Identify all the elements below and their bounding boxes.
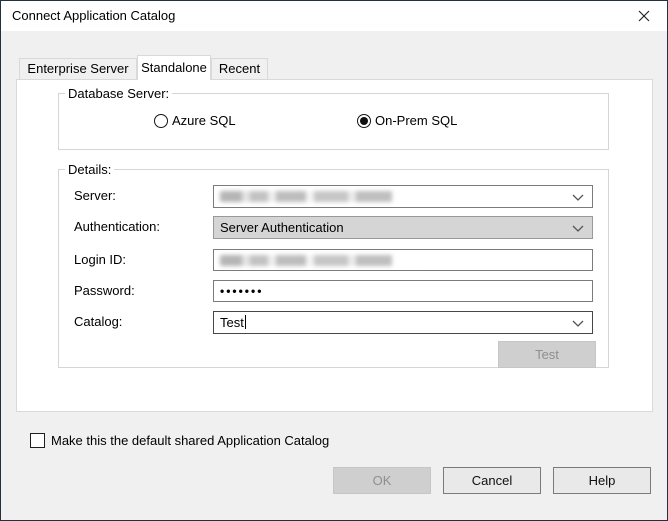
login-id-input[interactable] <box>213 249 593 271</box>
connect-application-catalog-dialog: Connect Application Catalog Enterprise S… <box>0 0 668 521</box>
password-masked-value: ••••••• <box>220 283 263 300</box>
close-button[interactable] <box>621 1 667 31</box>
login-id-label: Login ID: <box>74 252 126 267</box>
radio-azure-sql[interactable] <box>154 114 168 128</box>
authentication-label: Authentication: <box>74 219 160 234</box>
password-input[interactable]: ••••••• <box>213 280 593 302</box>
text-caret <box>245 315 246 329</box>
chevron-down-icon <box>572 225 584 232</box>
database-server-legend: Database Server: <box>65 86 172 101</box>
server-label: Server: <box>74 188 116 203</box>
catalog-combobox[interactable]: Test <box>213 311 593 334</box>
database-server-group: Database Server: <box>58 93 609 150</box>
window-title: Connect Application Catalog <box>12 1 175 31</box>
default-catalog-checkbox-label[interactable]: Make this the default shared Application… <box>51 433 329 448</box>
tab-standalone[interactable]: Standalone <box>137 55 211 80</box>
authentication-value: Server Authentication <box>220 219 344 236</box>
close-icon <box>638 10 650 22</box>
cancel-button[interactable]: Cancel <box>443 467 541 494</box>
details-legend: Details: <box>65 162 114 177</box>
password-label: Password: <box>74 283 135 298</box>
catalog-value: Test <box>220 315 244 330</box>
server-value-redacted <box>220 191 422 202</box>
radio-on-prem-sql-label[interactable]: On-Prem SQL <box>375 113 457 128</box>
login-id-value-redacted <box>220 255 422 266</box>
catalog-label: Catalog: <box>74 314 122 329</box>
ok-button[interactable]: OK <box>333 467 431 494</box>
authentication-dropdown[interactable]: Server Authentication <box>213 216 593 239</box>
chevron-down-icon <box>572 194 584 201</box>
chevron-down-icon <box>572 320 584 327</box>
tab-recent[interactable]: Recent <box>211 58 268 80</box>
radio-azure-sql-label[interactable]: Azure SQL <box>172 113 236 128</box>
server-combobox[interactable] <box>213 185 593 208</box>
test-button[interactable]: Test <box>498 341 596 368</box>
titlebar: Connect Application Catalog <box>1 1 667 31</box>
help-button[interactable]: Help <box>553 467 651 494</box>
radio-selected-dot <box>360 117 368 125</box>
radio-on-prem-sql[interactable] <box>357 114 371 128</box>
tab-enterprise-server[interactable]: Enterprise Server <box>19 58 137 80</box>
default-catalog-checkbox[interactable] <box>30 433 45 448</box>
